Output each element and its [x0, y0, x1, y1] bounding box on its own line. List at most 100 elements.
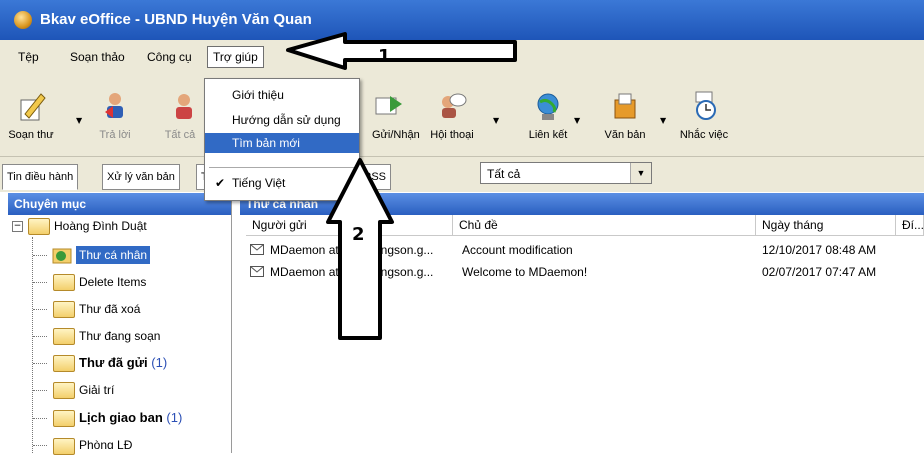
menu-item-language[interactable]: ✔ Tiếng Việt — [205, 173, 359, 193]
folder-icon — [53, 410, 75, 427]
row-date: 12/10/2017 08:48 AM — [762, 243, 877, 257]
tree-connector — [33, 363, 47, 364]
compose-icon — [20, 93, 46, 121]
sent-count-badge: (1) — [151, 355, 168, 370]
tree-connector — [33, 336, 47, 337]
column-sender[interactable]: Người gửi — [246, 215, 453, 236]
tree-item-department[interactable]: Phòng LĐ — [79, 437, 132, 449]
tree-item-meeting-schedule[interactable]: Lịch giao ban (1) — [79, 409, 182, 427]
conversation-label: Hội thoại — [430, 129, 474, 141]
help-menu-dropdown: Giới thiệu Hướng dẫn sử dụng Tìm bản mới… — [204, 78, 360, 201]
compose-label: Soạn thư — [8, 129, 54, 141]
reply-all-label: Tất cả — [164, 129, 196, 141]
tree-connector — [33, 390, 47, 391]
tree-item-delete-items[interactable]: Delete Items — [79, 273, 146, 291]
send-receive-label: Gửi/Nhận — [372, 129, 420, 141]
compose-button[interactable]: Soạn thư — [8, 90, 54, 141]
menu-help[interactable]: Trợ giúp — [207, 46, 264, 68]
mail-list-panel: Thư cá nhân Người gửi Chủ đề Ngày tháng … — [240, 193, 924, 453]
check-icon: ✔ — [215, 176, 226, 190]
root-folder-icon — [28, 218, 50, 235]
reminder-label: Nhắc việc — [679, 129, 729, 141]
window-title: Bkav eOffice - UBND Huyện Văn Quan — [40, 11, 312, 28]
column-date[interactable]: Ngày tháng — [756, 215, 896, 236]
reminder-button[interactable]: Nhắc việc — [674, 90, 734, 141]
tree-item-meeting-label: Lịch giao ban — [79, 410, 163, 425]
sent-folder-icon — [53, 355, 75, 372]
row-sender-tail: angson.g... — [374, 243, 434, 257]
tab-executive-news[interactable]: Tin điều hành — [2, 164, 79, 190]
row-sender: MDaemon at — [270, 243, 339, 257]
table-row[interactable]: MDaemon at angson.g... Welcome to MDaemo… — [240, 261, 924, 283]
link-icon — [537, 93, 559, 120]
tree-connector — [33, 418, 47, 419]
send-receive-button[interactable]: Gửi/Nhận — [358, 90, 420, 141]
tree-connector — [33, 445, 47, 446]
folder-icon — [53, 274, 75, 291]
menu-item-about[interactable]: Giới thiệu — [205, 85, 359, 105]
meeting-count-badge: (1) — [166, 410, 183, 425]
menu-tools[interactable]: Công cụ — [147, 50, 192, 64]
row-date: 02/07/2017 07:47 AM — [762, 265, 877, 279]
document-label: Văn bản — [604, 129, 646, 141]
column-subject[interactable]: Chủ đề — [453, 215, 756, 236]
link-button[interactable]: Liên kết — [520, 90, 576, 141]
reply-icon — [105, 93, 123, 118]
menu-item-user-guide[interactable]: Hướng dẫn sử dụng — [205, 110, 359, 130]
tree-item-sent[interactable]: Thư đã gửi (1) — [79, 354, 167, 372]
menu-separator — [209, 167, 355, 168]
menu-edit[interactable]: Soạn thảo — [70, 50, 125, 64]
tree-connector — [33, 282, 47, 283]
table-row[interactable]: MDaemon at angson.g... Account modificat… — [240, 239, 924, 261]
tree-item-personal-mail[interactable]: Thư cá nhân — [76, 246, 151, 264]
document-icon — [614, 93, 636, 119]
conversation-dropdown-icon[interactable]: ▼ — [493, 116, 499, 125]
category-panel: Chuyên mục − Hoàng Đình Duật Thư cá nhân… — [8, 193, 232, 455]
tree-connector — [33, 309, 47, 310]
folder-icon — [53, 301, 75, 318]
tree-item-deleted-mail[interactable]: Thư đã xoá — [79, 300, 140, 318]
tree-connector — [33, 255, 47, 256]
tree-collapse-icon[interactable]: − — [12, 221, 23, 232]
reminder-icon — [695, 91, 716, 120]
reply-label: Trả lời — [99, 129, 131, 141]
toolbar: Soạn thư Trả lời Tất cả Gửi/Nhận Hội tho… — [0, 78, 924, 157]
tree-item-entertainment[interactable]: Giải trí — [79, 381, 114, 399]
tree-root-label[interactable]: Hoàng Đình Duật — [54, 217, 147, 235]
folder-icon — [53, 438, 75, 455]
category-header: Chuyên mục — [8, 193, 231, 215]
folder-icon — [53, 382, 75, 399]
link-label: Liên kết — [528, 129, 568, 141]
filter-value: Tất cả — [487, 167, 521, 181]
chevron-down-icon[interactable]: ▼ — [630, 163, 651, 183]
link-dropdown-icon[interactable]: ▼ — [574, 116, 580, 125]
menu-file[interactable]: Tệp — [18, 50, 39, 64]
conversation-button[interactable]: Hội thoại — [424, 90, 480, 141]
send-receive-icon — [375, 96, 402, 115]
reply-button[interactable]: Trả lời — [95, 90, 135, 141]
tab-document-processing[interactable]: Xử lý văn bản — [102, 164, 180, 190]
document-button[interactable]: Văn bản — [597, 90, 653, 141]
document-dropdown-icon[interactable]: ▼ — [660, 116, 666, 125]
filter-select[interactable]: Tất cả ▼ — [480, 162, 652, 184]
tab-bar: Tin điều hành Xử lý văn bản Tin tức Đọc … — [0, 157, 924, 192]
reply-all-icon — [176, 94, 192, 119]
compose-dropdown-icon[interactable]: ▼ — [76, 116, 82, 125]
drafts-folder-icon — [53, 328, 75, 345]
conversation-icon — [442, 93, 467, 118]
title-bar: Bkav eOffice - UBND Huyện Văn Quan — [0, 0, 924, 40]
personal-mail-folder-icon — [52, 248, 72, 264]
tree-guide — [32, 237, 33, 453]
envelope-icon — [250, 266, 264, 277]
reply-all-button[interactable]: Tất cả — [160, 90, 200, 141]
menu-item-check-update[interactable]: Tìm bản mới — [205, 133, 359, 153]
row-subject: Account modification — [462, 243, 573, 257]
row-sender: MDaemon at — [270, 265, 339, 279]
row-sender-tail: angson.g... — [374, 265, 434, 279]
tree-item-drafts[interactable]: Thư đang soạn — [79, 327, 160, 345]
menu-item-language-label: Tiếng Việt — [232, 176, 286, 190]
tree-item-sent-label: Thư đã gửi — [79, 355, 148, 370]
row-subject: Welcome to MDaemon! — [462, 265, 588, 279]
app-logo-icon — [14, 11, 32, 29]
column-extra[interactable]: Đí... — [896, 215, 924, 236]
